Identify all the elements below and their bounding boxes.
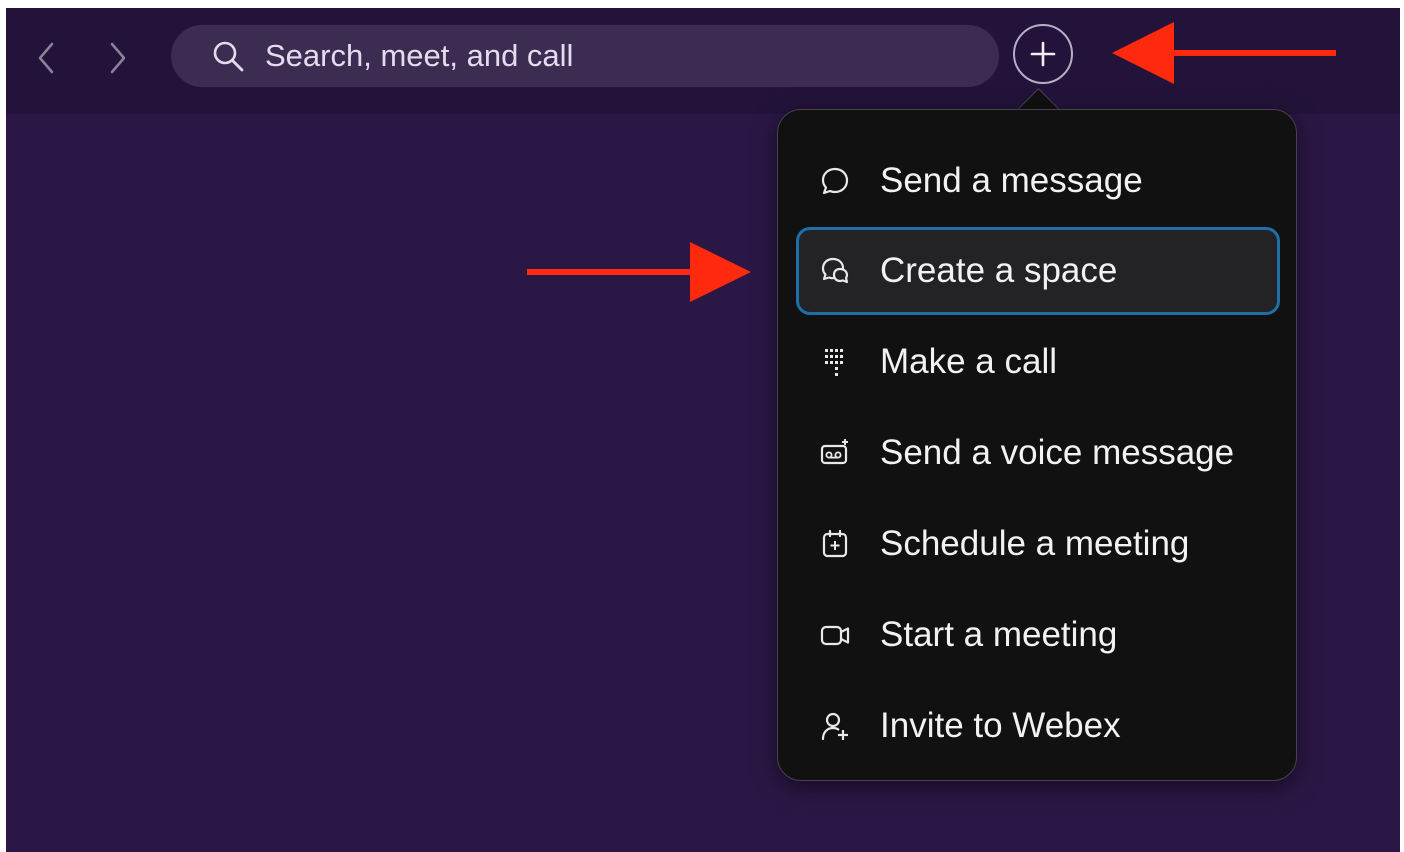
menu-item-make-call[interactable]: Make a call: [796, 318, 1280, 406]
dialpad-icon: [818, 345, 852, 379]
forward-button[interactable]: [102, 38, 134, 78]
chat-bubble-icon: [818, 164, 852, 198]
menu-item-start-meeting[interactable]: Start a meeting: [796, 591, 1280, 679]
search-icon: [211, 39, 245, 73]
invite-user-icon: [818, 709, 852, 743]
menu-item-send-message[interactable]: Send a message: [796, 137, 1280, 225]
menu-item-invite-webex[interactable]: Invite to Webex: [796, 682, 1280, 770]
menu-item-send-voice-message[interactable]: Send a voice message: [796, 409, 1280, 497]
menu-item-label: Make a call: [880, 342, 1058, 381]
search-placeholder: Search, meet, and call: [265, 38, 574, 73]
menu-item-label: Send a voice message: [880, 433, 1235, 472]
search-bar[interactable]: Search, meet, and call: [171, 25, 999, 87]
chevron-right-icon: [110, 42, 126, 74]
menu-item-label: Start a meeting: [880, 615, 1118, 654]
back-button[interactable]: [30, 38, 62, 78]
menu-item-label: Schedule a meeting: [880, 524, 1190, 563]
annotation-arrow-right: [527, 242, 751, 302]
menu-item-schedule-meeting[interactable]: Schedule a meeting: [796, 500, 1280, 588]
menu-item-label: Create a space: [880, 251, 1118, 290]
space-icon: [818, 254, 852, 288]
menu-item-label: Send a message: [880, 161, 1143, 200]
video-icon: [818, 618, 852, 652]
voicemail-icon: [818, 436, 852, 470]
new-action-menu: Send a message Create a space Make a cal…: [777, 109, 1297, 781]
menu-item-label: Invite to Webex: [880, 706, 1121, 745]
plus-icon: [1030, 41, 1056, 67]
annotation-arrow-left: [1112, 22, 1336, 84]
new-action-button[interactable]: [1013, 24, 1073, 84]
menu-item-create-space[interactable]: Create a space: [796, 227, 1280, 315]
chevron-left-icon: [38, 42, 54, 74]
calendar-add-icon: [818, 527, 852, 561]
